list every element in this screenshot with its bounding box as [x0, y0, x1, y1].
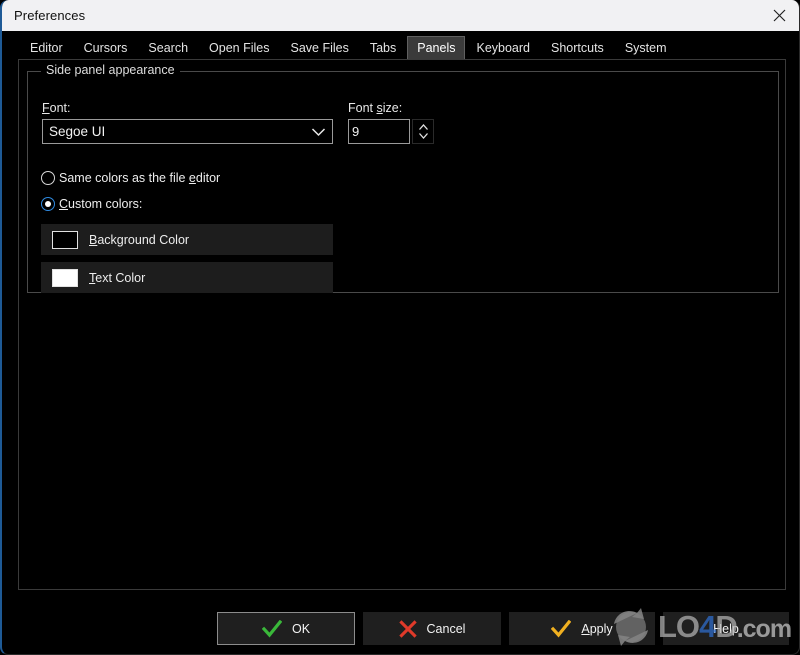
- tab-label: Keyboard: [476, 41, 530, 55]
- tab-label: Shortcuts: [551, 41, 604, 55]
- tabstrip: Editor Cursors Search Open Files Save Fi…: [2, 31, 799, 60]
- text-color-button[interactable]: Text Color: [41, 262, 333, 293]
- tab-label: Save Files: [290, 41, 349, 55]
- tab-open-files[interactable]: Open Files: [199, 36, 279, 60]
- spinner-updown-icon[interactable]: [412, 119, 434, 144]
- tab-label: Cursors: [83, 41, 128, 55]
- cancel-button-label: Cancel: [426, 621, 466, 636]
- radio-same-colors-as-editor[interactable]: Same colors as the file editor: [41, 171, 220, 185]
- titlebar: Preferences: [2, 0, 799, 31]
- font-combobox[interactable]: Segoe UI: [42, 119, 333, 144]
- tab-tabs[interactable]: Tabs: [360, 36, 406, 60]
- tab-cursors[interactable]: Cursors: [74, 36, 138, 60]
- tab-panels[interactable]: Panels: [407, 36, 466, 60]
- tab-label: Search: [148, 41, 189, 55]
- radio-label: Custom colors:: [59, 197, 143, 211]
- tab-label: System: [624, 41, 667, 55]
- close-icon[interactable]: [756, 0, 799, 31]
- background-color-label: Background Color: [89, 232, 190, 247]
- tab-label: Panels: [417, 41, 456, 55]
- radio-custom-colors[interactable]: Custom colors:: [41, 197, 142, 211]
- font-combobox-value: Segoe UI: [49, 124, 106, 139]
- tab-save-files[interactable]: Save Files: [280, 36, 358, 60]
- tab-label: Open Files: [209, 41, 270, 55]
- background-color-button[interactable]: Background Color: [41, 224, 333, 255]
- background-color-swatch: [52, 230, 78, 249]
- preferences-dialog: Preferences Editor Cursors Search Open F…: [0, 0, 800, 655]
- ok-button[interactable]: OK: [217, 612, 355, 645]
- text-color-swatch: [52, 268, 78, 287]
- tab-page-panels: Side panel appearance Font: Segoe UI Fon…: [18, 59, 786, 590]
- check-yellow-icon: [551, 619, 572, 638]
- radio-indicator: [41, 171, 55, 185]
- help-button[interactable]: Help: [663, 612, 789, 645]
- text-color-label: Text Color: [89, 270, 146, 285]
- tab-search[interactable]: Search: [138, 36, 198, 60]
- group-title: Side panel appearance: [41, 63, 180, 77]
- cross-red-icon: [398, 619, 417, 638]
- group-side-panel-appearance: Side panel appearance Font: Segoe UI Fon…: [27, 63, 779, 293]
- font-size-label: Font size:: [348, 101, 403, 115]
- cancel-button[interactable]: Cancel: [363, 612, 501, 645]
- chevron-down-icon: [304, 127, 332, 137]
- apply-button-label: Apply: [581, 621, 613, 636]
- window-title: Preferences: [14, 8, 86, 23]
- ok-button-label: OK: [291, 621, 311, 636]
- tab-keyboard[interactable]: Keyboard: [466, 36, 540, 60]
- tab-label: Tabs: [369, 41, 397, 55]
- font-label: Font:: [42, 101, 71, 115]
- radio-label: Same colors as the file editor: [59, 171, 221, 185]
- font-size-input[interactable]: [348, 119, 410, 144]
- apply-button[interactable]: Apply: [509, 612, 655, 645]
- tab-shortcuts[interactable]: Shortcuts: [541, 36, 614, 60]
- tab-label: Editor: [30, 41, 63, 55]
- tab-system[interactable]: System: [615, 36, 677, 60]
- radio-indicator-selected: [41, 197, 55, 211]
- check-green-icon: [261, 619, 282, 638]
- tab-editor[interactable]: Editor: [20, 36, 73, 60]
- help-button-label: Help: [713, 621, 739, 636]
